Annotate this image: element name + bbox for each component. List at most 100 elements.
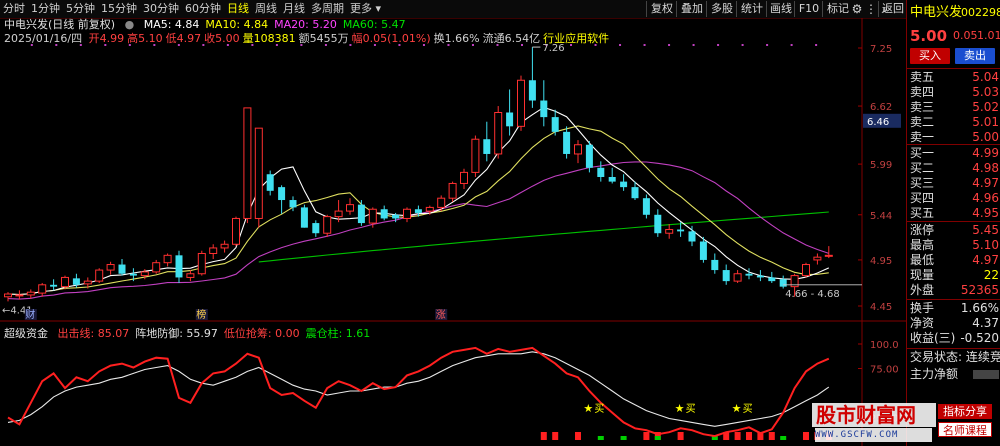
- stat-value: 5.10: [972, 238, 999, 252]
- buy-level-2[interactable]: 买二 4.98: [907, 161, 1000, 176]
- candle[interactable]: [95, 268, 104, 283]
- separator: [907, 348, 1000, 349]
- order-label: 买四: [910, 191, 935, 205]
- candle[interactable]: [163, 253, 172, 267]
- order-price: 5.00: [972, 130, 999, 144]
- signal-dot: [373, 44, 376, 46]
- buy-button[interactable]: 买入: [910, 48, 950, 64]
- indicator-name[interactable]: 超级资金: [4, 327, 48, 340]
- candle[interactable]: [506, 89, 514, 136]
- sell-level-3[interactable]: 卖三 5.02: [907, 100, 1000, 115]
- candle[interactable]: [15, 290, 24, 300]
- buy-level-3[interactable]: 买三 4.97: [907, 176, 1000, 191]
- candle[interactable]: [574, 140, 582, 164]
- ma5-line: [7, 106, 830, 296]
- sell-level-4[interactable]: 卖四 5.03: [907, 85, 1000, 100]
- signal-dot: [251, 44, 254, 46]
- candle[interactable]: [38, 282, 47, 297]
- candle[interactable]: [483, 121, 491, 162]
- candle[interactable]: [403, 207, 411, 223]
- candle[interactable]: [733, 270, 742, 283]
- candle[interactable]: [4, 292, 12, 302]
- flow-bar: [973, 370, 999, 379]
- signal-dot: [594, 44, 597, 46]
- chart-canvas[interactable]: 7.256.625.995.444.954.456.467.26←4.414.6…: [0, 0, 906, 446]
- candle[interactable]: [779, 275, 787, 289]
- signal-dot: [668, 44, 671, 46]
- candle[interactable]: [722, 264, 730, 285]
- sell-level-2[interactable]: 卖二 5.01: [907, 115, 1000, 130]
- candle[interactable]: [209, 244, 218, 260]
- stat-label: 换手: [910, 301, 935, 315]
- candle[interactable]: [175, 250, 183, 283]
- candle[interactable]: [220, 240, 229, 253]
- candle[interactable]: [243, 107, 252, 224]
- candle[interactable]: [380, 205, 388, 221]
- stat-value: 22: [983, 268, 999, 282]
- candle[interactable]: [346, 198, 354, 215]
- ind-bar-green: [780, 436, 787, 440]
- order-label: 买一: [910, 146, 935, 160]
- candle[interactable]: [323, 214, 332, 237]
- signal-dot: [398, 44, 401, 46]
- candle[interactable]: [654, 209, 662, 237]
- candle[interactable]: [540, 80, 548, 127]
- candle[interactable]: [26, 289, 35, 299]
- candle[interactable]: [460, 168, 468, 189]
- candle[interactable]: [620, 174, 628, 191]
- ind-bar-red: [734, 432, 741, 440]
- attack-line: [7, 346, 830, 438]
- candle[interactable]: [802, 262, 810, 278]
- candle[interactable]: [186, 270, 195, 282]
- candle[interactable]: [711, 253, 719, 274]
- candle[interactable]: [756, 270, 764, 282]
- candle[interactable]: [528, 47, 536, 108]
- stat-row: 净资 4.37: [907, 316, 1000, 331]
- main-flow[interactable]: 主力净额: [907, 367, 1000, 382]
- buy-level-5[interactable]: 买五 4.95: [907, 206, 1000, 221]
- candle[interactable]: [197, 250, 206, 276]
- candle[interactable]: [278, 185, 286, 214]
- candle[interactable]: [312, 220, 320, 237]
- current-price-label: 6.46: [867, 117, 889, 128]
- candle[interactable]: [517, 75, 525, 131]
- stat-row: 换手 1.66%: [907, 301, 1000, 316]
- candle[interactable]: [551, 109, 559, 136]
- price-tick-label: 5.44: [870, 211, 892, 222]
- ind-bar-red: [746, 432, 752, 440]
- order-price: 4.97: [972, 176, 999, 190]
- candle[interactable]: [608, 167, 616, 184]
- candle[interactable]: [471, 135, 480, 177]
- candle[interactable]: [768, 271, 776, 283]
- candle[interactable]: [813, 253, 822, 265]
- candle[interactable]: [106, 261, 115, 275]
- candle[interactable]: [563, 126, 571, 159]
- high-label: 7.26: [542, 43, 564, 54]
- candle[interactable]: [357, 200, 365, 226]
- candle[interactable]: [585, 141, 593, 173]
- signal-dot: [104, 44, 107, 46]
- indicator-value-1: 阵地防御: 55.97: [135, 327, 218, 340]
- candle[interactable]: [642, 194, 650, 219]
- candle[interactable]: [232, 216, 240, 247]
- signal-dot: [202, 44, 205, 46]
- candle[interactable]: [50, 279, 58, 291]
- order-price: 4.99: [972, 146, 999, 160]
- candle[interactable]: [665, 223, 674, 239]
- candle[interactable]: [118, 259, 126, 276]
- candle[interactable]: [300, 204, 308, 228]
- sell-level-1[interactable]: 卖一 5.00: [907, 130, 1000, 145]
- candle[interactable]: [448, 181, 457, 202]
- buy-level-1[interactable]: 买一 4.99: [907, 146, 1000, 161]
- ma20-line: [7, 161, 829, 300]
- candle[interactable]: [254, 127, 263, 228]
- candle[interactable]: [494, 106, 503, 159]
- candle[interactable]: [597, 161, 605, 182]
- candle[interactable]: [152, 259, 161, 274]
- order-price: 4.98: [972, 161, 999, 175]
- candle[interactable]: [745, 268, 753, 280]
- sell-level-5[interactable]: 卖五 5.04: [907, 70, 1000, 85]
- buy-level-4[interactable]: 买四 4.96: [907, 191, 1000, 206]
- candle[interactable]: [266, 170, 274, 196]
- sell-button[interactable]: 卖出: [955, 48, 995, 64]
